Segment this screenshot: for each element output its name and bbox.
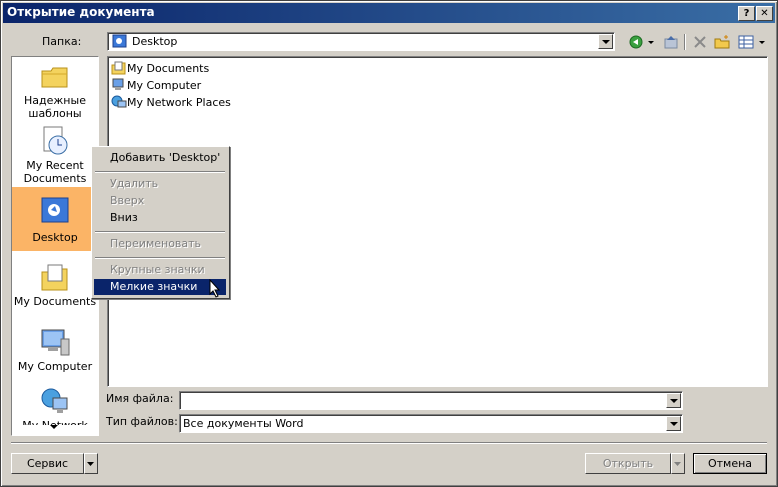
network-places-icon — [111, 95, 127, 108]
menu-item-large-icons[interactable]: Крупные значки — [94, 262, 226, 278]
up-folder-icon[interactable] — [662, 33, 680, 51]
window-title: Открытие документа — [7, 5, 155, 19]
menu-separator — [95, 257, 225, 259]
folder-icon — [41, 67, 68, 88]
tools-dropdown-button[interactable] — [84, 453, 98, 474]
context-menu: Добавить 'Desktop' Удалить Вверх Вниз Пе… — [91, 146, 230, 299]
place-label: My Recent Documents — [23, 159, 87, 185]
back-dropdown-icon[interactable] — [646, 33, 656, 51]
menu-separator — [95, 231, 225, 233]
place-trusted-templates[interactable]: Надежные шаблоны — [12, 57, 98, 121]
filename-label: Имя файла: — [106, 392, 174, 405]
file-name: My Computer — [127, 79, 202, 92]
menu-item-rename[interactable]: Переименовать — [94, 236, 226, 252]
new-folder-icon[interactable] — [713, 33, 731, 51]
place-label: My Documents — [13, 295, 97, 308]
place-my-documents[interactable]: My Documents — [12, 252, 98, 316]
my-documents-icon — [111, 61, 126, 75]
filetype-select[interactable]: Все документы Word — [179, 414, 683, 433]
network-places-icon — [41, 388, 68, 413]
divider — [11, 442, 767, 444]
filetype-label: Тип файлов: — [106, 415, 178, 428]
desktop-icon — [112, 34, 127, 48]
help-button[interactable]: ? — [738, 6, 755, 21]
recent-documents-icon — [43, 126, 68, 155]
place-my-computer[interactable]: My Computer — [12, 317, 98, 381]
open-dialog: Открытие документа ? ✕ Папка: Desktop На… — [0, 0, 778, 487]
back-icon[interactable] — [627, 33, 645, 51]
lookin-dropdown-arrow[interactable] — [598, 34, 613, 49]
chevron-down-icon — [674, 462, 681, 466]
menu-item-small-icons[interactable]: Мелкие значки — [94, 279, 226, 295]
menu-item-down[interactable]: Вниз — [94, 210, 226, 226]
places-scroll-down-icon[interactable] — [48, 423, 60, 431]
file-name: My Network Places — [127, 96, 231, 109]
filename-dropdown-arrow[interactable] — [666, 393, 681, 408]
file-name: My Documents — [127, 62, 210, 75]
chevron-down-icon — [87, 462, 94, 466]
filetype-value: Все документы Word — [183, 417, 304, 430]
views-dropdown-icon[interactable] — [757, 33, 767, 51]
toolbar-separator — [684, 34, 686, 50]
place-label: Desktop — [32, 231, 78, 244]
open-button[interactable]: Открыть — [585, 453, 671, 474]
menu-item-up[interactable]: Вверх — [94, 193, 226, 209]
menu-separator — [95, 171, 225, 173]
delete-icon[interactable] — [691, 33, 709, 51]
places-bar: Надежные шаблоны My Recent Documents Des… — [11, 56, 99, 436]
lookin-combo[interactable]: Desktop — [107, 32, 615, 51]
mouse-cursor-icon — [209, 279, 221, 298]
my-documents-icon — [41, 264, 68, 291]
open-dropdown-button[interactable] — [671, 453, 685, 474]
lookin-value: Desktop — [132, 35, 178, 48]
close-button[interactable]: ✕ — [756, 6, 773, 21]
desktop-icon — [41, 197, 69, 223]
lookin-label: Папка: — [42, 35, 82, 48]
place-recent-documents[interactable]: My Recent Documents — [12, 122, 98, 186]
place-label: My Computer — [17, 360, 93, 373]
filetype-dropdown-arrow[interactable] — [666, 416, 681, 431]
title-bar[interactable]: Открытие документа ? ✕ — [3, 3, 775, 23]
menu-item-add[interactable]: Добавить 'Desktop' — [94, 150, 226, 166]
place-desktop[interactable]: Desktop — [12, 187, 98, 251]
my-computer-icon — [41, 329, 70, 356]
views-icon[interactable] — [737, 33, 755, 51]
my-computer-icon — [112, 78, 124, 90]
menu-item-delete[interactable]: Удалить — [94, 176, 226, 192]
place-label: Надежные шаблоны — [24, 94, 86, 120]
cancel-button[interactable]: Отмена — [693, 453, 767, 474]
filename-input[interactable] — [179, 391, 683, 410]
tools-button[interactable]: Сервис — [11, 453, 84, 474]
